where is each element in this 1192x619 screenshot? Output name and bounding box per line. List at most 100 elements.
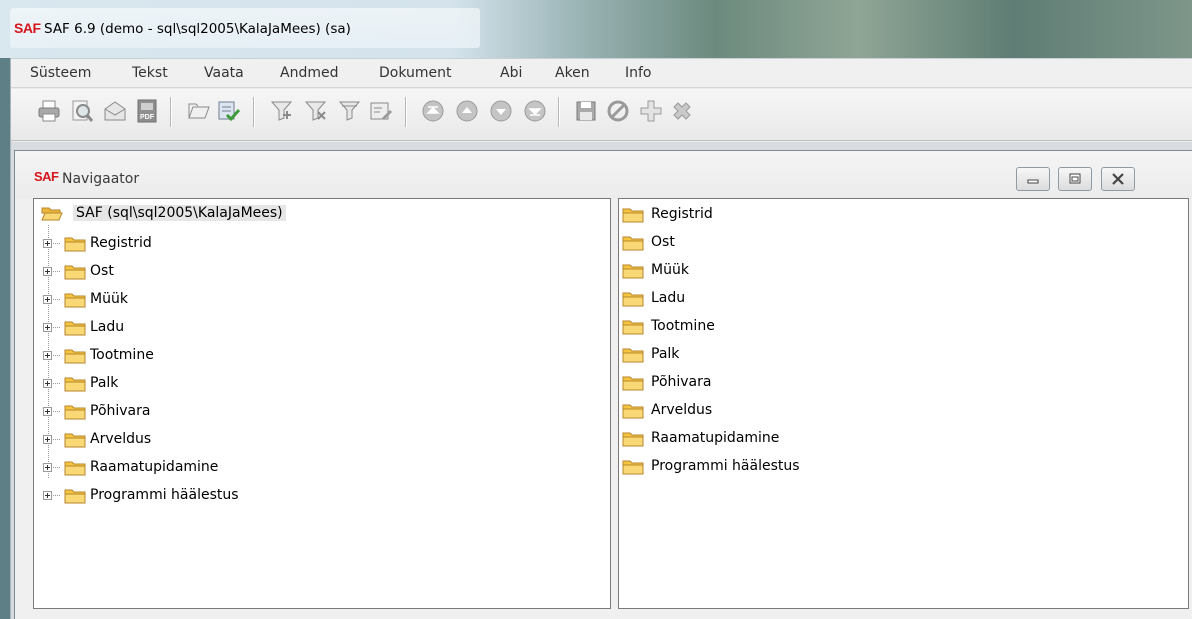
next-record-icon[interactable] (488, 98, 514, 124)
menu-bar: Süsteem Tekst Vaata Andmed Dokument Abi … (11, 58, 1192, 88)
list-item-ladu[interactable]: Ladu (622, 289, 1022, 309)
folder-icon (64, 293, 86, 308)
minimize-button[interactable] (1016, 167, 1050, 191)
folder-icon (622, 236, 644, 251)
approve-icon[interactable] (216, 98, 242, 124)
folder-icon (64, 405, 86, 420)
close-button[interactable] (1101, 167, 1135, 191)
list-item-tootmine[interactable]: Tootmine (622, 317, 1022, 337)
tree-item-label: Arveldus (90, 431, 152, 447)
folder-icon (64, 321, 86, 336)
delete-icon[interactable] (669, 98, 695, 124)
folder-icon (64, 489, 86, 504)
expand-icon[interactable] (43, 295, 52, 304)
tree-item-label: Ost (90, 263, 114, 279)
tree-item-tootmine[interactable]: Tootmine (43, 346, 373, 366)
menu-dokument[interactable]: Dokument (379, 65, 452, 81)
add-icon[interactable] (638, 98, 664, 124)
tree-item-arveldus[interactable]: Arveldus (43, 430, 373, 450)
folder-icon (64, 377, 86, 392)
print-preview-icon[interactable] (69, 98, 95, 124)
save-icon[interactable] (573, 98, 599, 124)
expand-icon[interactable] (43, 267, 52, 276)
pdf-icon[interactable]: PDF (134, 98, 160, 124)
first-record-icon[interactable] (420, 98, 446, 124)
window-title-bar[interactable]: SAF SAF 6.9 (demo - sql\sql2005\KalaJaMe… (0, 0, 1192, 58)
last-record-icon[interactable] (522, 98, 548, 124)
app-logo: SAF (14, 20, 41, 36)
expand-icon[interactable] (43, 379, 52, 388)
print-icon[interactable] (36, 98, 62, 124)
email-icon[interactable] (102, 98, 128, 124)
expand-icon[interactable] (43, 239, 52, 248)
filter-remove-icon[interactable] (303, 98, 329, 124)
expand-icon[interactable] (43, 351, 52, 360)
list-pane[interactable]: Registrid Ost Müük Ladu Tootmine Palk Põ… (618, 198, 1189, 609)
menu-vaata[interactable]: Vaata (204, 65, 244, 81)
tree-item-ladu[interactable]: Ladu (43, 318, 373, 338)
restore-icon (1069, 173, 1081, 184)
filter-add-icon[interactable] (269, 98, 295, 124)
list-item-muuk[interactable]: Müük (622, 261, 1022, 281)
expand-icon[interactable] (43, 323, 52, 332)
tree-item-registrid[interactable]: Registrid (43, 234, 373, 254)
list-item-label: Palk (651, 346, 680, 362)
folder-icon (622, 348, 644, 363)
tree-item-label: Tootmine (90, 347, 154, 363)
list-item-raamatupidamine[interactable]: Raamatupidamine (622, 429, 1022, 449)
window-title: SAF 6.9 (demo - sql\sql2005\KalaJaMees) … (44, 21, 351, 37)
tree-pane[interactable]: SAF (sql\sql2005\KalaJaMees) Registrid O… (33, 198, 611, 609)
list-item-registrid[interactable]: Registrid (622, 205, 1022, 225)
folder-icon (64, 461, 86, 476)
list-item-programmi-haalestus[interactable]: Programmi häälestus (622, 457, 1022, 477)
tree-item-pohivara[interactable]: Põhivara (43, 402, 373, 422)
tree-item-label: Müük (90, 291, 128, 307)
folder-icon (622, 376, 644, 391)
navigator-title-bar[interactable]: SAF Navigaator (15, 151, 1192, 199)
maximize-button[interactable] (1058, 167, 1092, 191)
tree-item-raamatupidamine[interactable]: Raamatupidamine (43, 458, 373, 478)
menu-susteem[interactable]: Süsteem (30, 65, 91, 81)
list-item-ost[interactable]: Ost (622, 233, 1022, 253)
open-icon[interactable] (186, 98, 212, 124)
toolbar-separator (253, 97, 255, 127)
folder-icon (64, 433, 86, 448)
list-item-label: Raamatupidamine (651, 430, 780, 446)
expand-icon[interactable] (43, 491, 52, 500)
expand-icon[interactable] (43, 463, 52, 472)
list-item-palk[interactable]: Palk (622, 345, 1022, 365)
cancel-icon[interactable] (605, 98, 631, 124)
filter-edit-icon[interactable] (368, 98, 394, 124)
toolbar: PDF (11, 89, 1192, 141)
tree-item-label: Registrid (90, 235, 152, 251)
toolbar-separator (170, 97, 172, 127)
expand-icon[interactable] (43, 407, 52, 416)
menu-andmed[interactable]: Andmed (280, 65, 338, 81)
tree-item-label: Ladu (90, 319, 125, 335)
menu-info[interactable]: Info (625, 65, 652, 81)
filter-icon[interactable] (337, 98, 363, 124)
list-item-arveldus[interactable]: Arveldus (622, 401, 1022, 421)
tree-item-label: Programmi häälestus (90, 487, 239, 503)
toolbar-separator (405, 97, 407, 127)
tree-item-programmi-haalestus[interactable]: Programmi häälestus (43, 486, 373, 506)
list-item-label: Arveldus (651, 402, 713, 418)
tree-item-palk[interactable]: Palk (43, 374, 373, 394)
menu-abi[interactable]: Abi (500, 65, 522, 81)
menu-tekst[interactable]: Tekst (132, 65, 168, 81)
tree-root[interactable]: SAF (sql\sql2005\KalaJaMees) (41, 203, 371, 225)
menu-aken[interactable]: Aken (555, 65, 590, 81)
tree-item-muuk[interactable]: Müük (43, 290, 373, 310)
folder-icon (622, 320, 644, 335)
tree-item-ost[interactable]: Ost (43, 262, 373, 282)
previous-record-icon[interactable] (454, 98, 480, 124)
list-item-pohivara[interactable]: Põhivara (622, 373, 1022, 393)
list-item-label: Ost (651, 234, 675, 250)
expand-icon[interactable] (43, 435, 52, 444)
folder-icon (622, 292, 644, 307)
toolbar-separator (558, 97, 560, 127)
folder-icon (622, 460, 644, 475)
folder-icon (64, 265, 86, 280)
minimize-icon (1027, 179, 1039, 184)
close-icon (1112, 173, 1124, 185)
